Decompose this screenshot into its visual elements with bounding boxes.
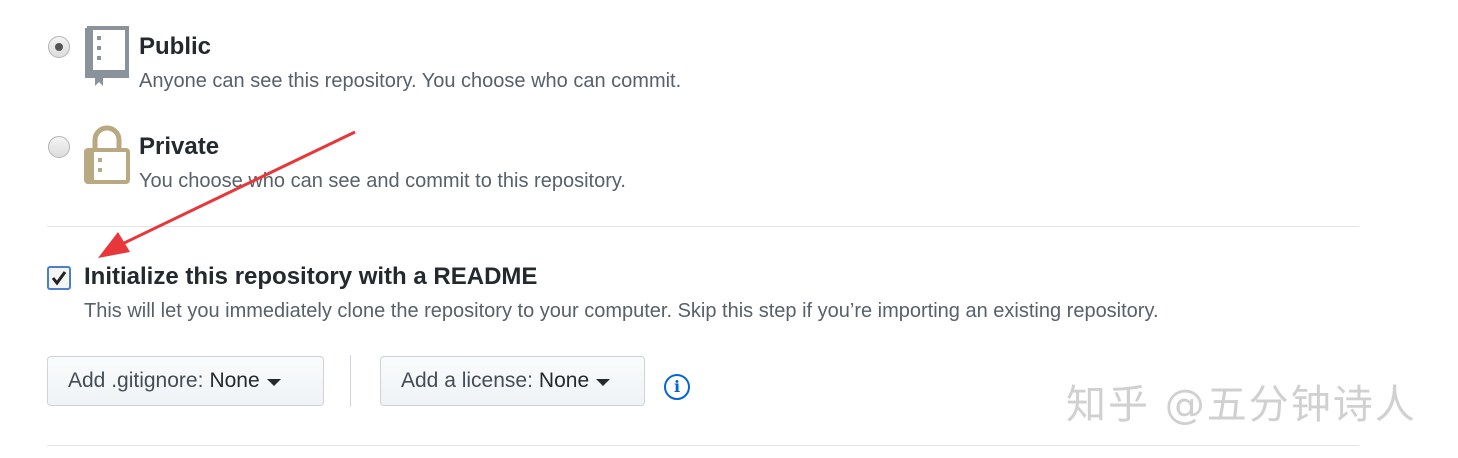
readme-label[interactable]: Initialize this repository with a README [84, 263, 537, 291]
info-icon[interactable]: i [664, 374, 690, 400]
gitignore-value: None [209, 369, 260, 392]
section-divider-top [47, 226, 1359, 227]
private-radio[interactable] [48, 136, 70, 158]
public-radio[interactable] [48, 36, 70, 58]
watermark: 知乎 @五分钟诗人 [1066, 382, 1417, 428]
readme-description: This will let you immediately clone the … [84, 300, 1159, 322]
private-title[interactable]: Private [139, 133, 219, 161]
section-divider-bottom [47, 445, 1359, 446]
lock-icon [83, 124, 131, 191]
license-value: None [538, 369, 590, 392]
license-label: Add a license: [401, 369, 533, 392]
public-description: Anyone can see this repository. You choo… [139, 70, 682, 92]
button-separator [350, 355, 351, 407]
public-title[interactable]: Public [139, 33, 211, 61]
license-dropdown[interactable]: Add a license: None [380, 356, 645, 406]
checkmark-icon [51, 271, 67, 286]
gitignore-label: Add .gitignore: [68, 369, 204, 392]
gitignore-dropdown[interactable]: Add .gitignore: None [47, 356, 324, 406]
chevron-down-icon [266, 379, 281, 386]
repo-book-icon [83, 26, 131, 93]
private-description: You choose who can see and commit to thi… [139, 170, 626, 192]
chevron-down-icon [596, 379, 611, 386]
readme-checkbox[interactable] [47, 266, 71, 290]
